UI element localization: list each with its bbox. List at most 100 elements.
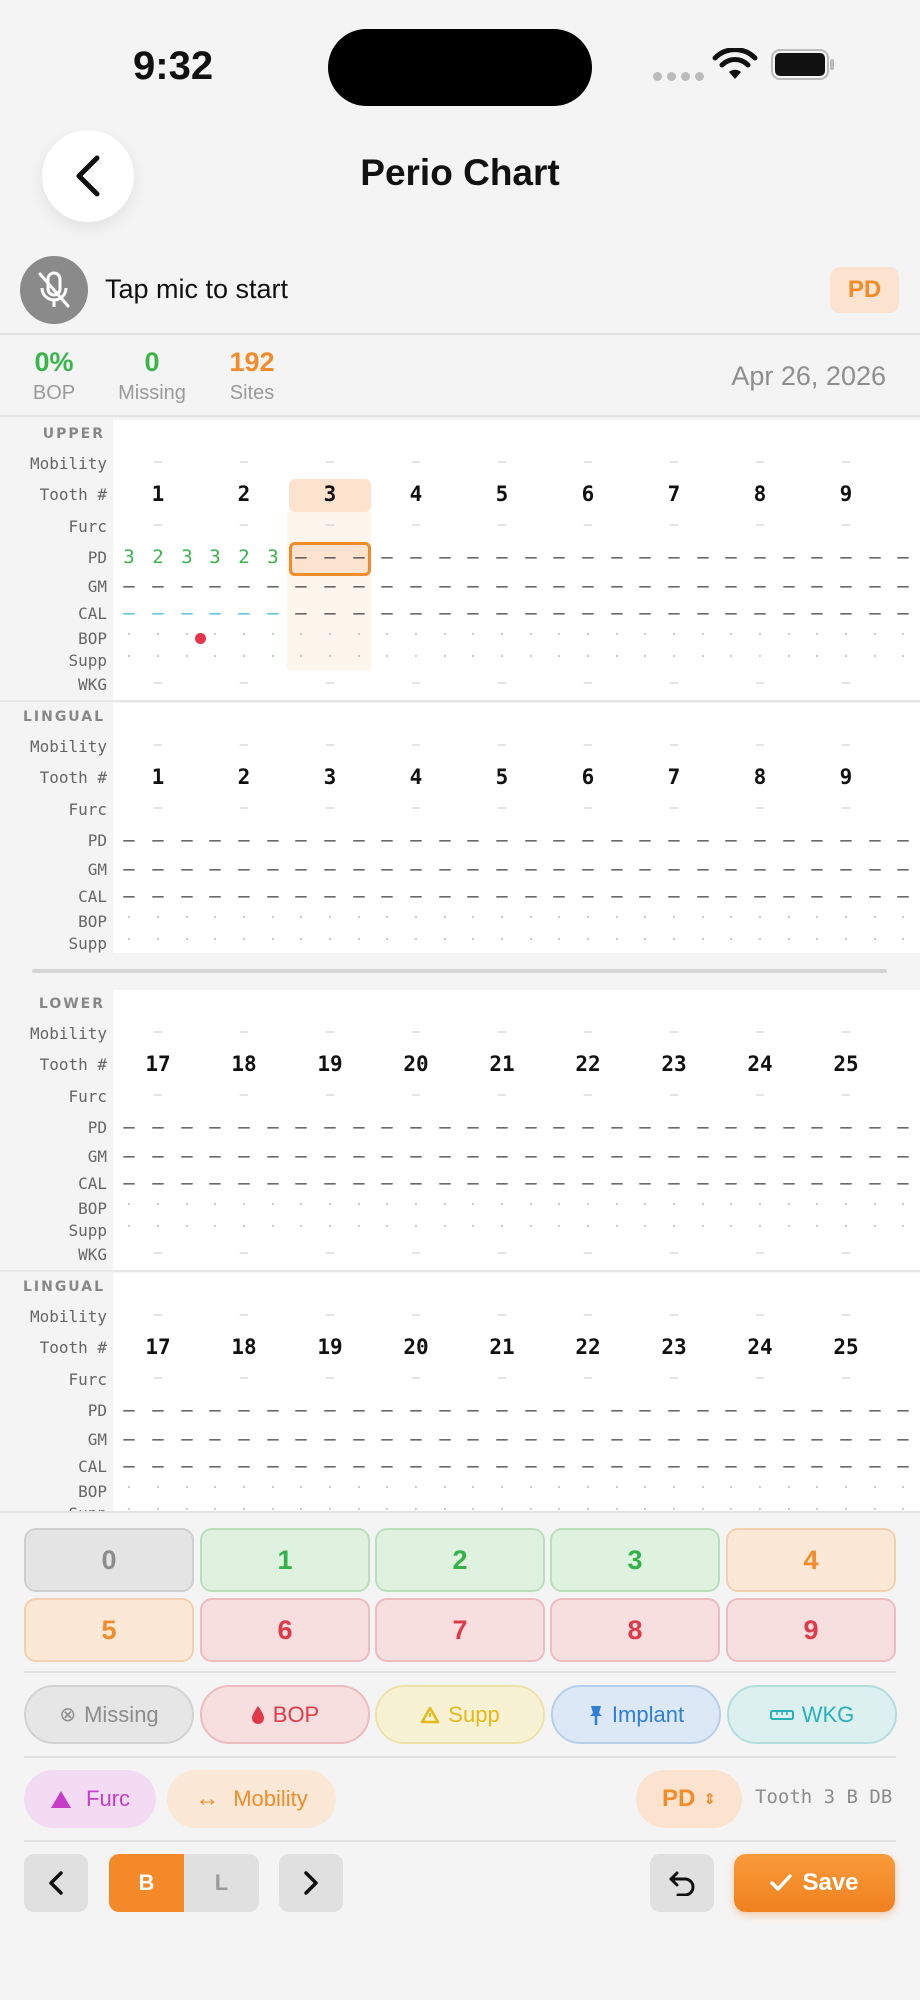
missing-button[interactable]: ⊗ Missing (24, 1685, 194, 1744)
furc-cell[interactable]: — (717, 1087, 803, 1103)
gm-site[interactable]: – (316, 575, 344, 597)
pd-site[interactable]: – (316, 1399, 344, 1421)
supp-site[interactable]: · (230, 1219, 258, 1235)
bop-site[interactable]: · (832, 1480, 860, 1496)
gm-site[interactable]: – (115, 858, 143, 880)
cal-site[interactable]: – (459, 1172, 487, 1194)
gm-site[interactable]: – (631, 858, 659, 880)
cal-site[interactable]: – (488, 602, 516, 624)
supp-site[interactable]: · (545, 932, 573, 948)
gm-site[interactable]: – (431, 575, 459, 597)
cal-site[interactable]: – (803, 1455, 831, 1477)
pd-site[interactable]: – (345, 546, 373, 568)
cal-site[interactable]: – (345, 1172, 373, 1194)
supp-site[interactable]: · (459, 932, 487, 948)
tooth-number[interactable]: 22 (545, 1052, 631, 1076)
gm-site[interactable]: – (373, 575, 401, 597)
supp-site[interactable]: · (517, 1219, 545, 1235)
wkg-cell[interactable]: — (803, 675, 889, 691)
supp-site[interactable]: · (201, 649, 229, 665)
cal-site[interactable]: – (373, 602, 401, 624)
cal-site[interactable]: – (402, 602, 430, 624)
mobility-cell[interactable]: — (201, 737, 287, 753)
cal-site[interactable]: – (775, 885, 803, 907)
bop-site[interactable]: · (431, 1197, 459, 1213)
bop-site[interactable]: · (689, 1197, 717, 1213)
wkg-cell[interactable]: — (373, 675, 459, 691)
bop-site[interactable]: · (775, 627, 803, 643)
supp-site[interactable]: · (259, 1219, 287, 1235)
gm-site[interactable]: – (173, 1428, 201, 1450)
furc-cell[interactable]: — (631, 1370, 717, 1386)
pd-site[interactable]: – (603, 1116, 631, 1138)
bop-site[interactable]: · (631, 1480, 659, 1496)
cal-site[interactable]: – (631, 1455, 659, 1477)
pd-site[interactable]: – (832, 829, 860, 851)
bop-site[interactable]: · (746, 1197, 774, 1213)
cal-site[interactable]: – (803, 885, 831, 907)
bop-site[interactable]: · (574, 910, 602, 926)
supp-site[interactable]: · (115, 932, 143, 948)
bop-site[interactable]: · (517, 910, 545, 926)
cal-site[interactable]: – (230, 602, 258, 624)
gm-site[interactable]: – (803, 858, 831, 880)
bop-site[interactable]: · (660, 1197, 688, 1213)
supp-site[interactable]: · (459, 649, 487, 665)
supp-site[interactable]: · (345, 1219, 373, 1235)
pd-site[interactable]: – (689, 546, 717, 568)
pd-site[interactable]: 3 (115, 546, 143, 568)
bop-site[interactable]: · (144, 1480, 172, 1496)
mobility-cell[interactable]: — (803, 454, 889, 470)
gm-site[interactable]: – (459, 1145, 487, 1167)
pd-site[interactable]: – (803, 829, 831, 851)
pd-site[interactable]: – (517, 1399, 545, 1421)
supp-site[interactable]: · (889, 1219, 917, 1235)
gm-site[interactable]: – (173, 1145, 201, 1167)
tooth-number[interactable]: 6 (545, 482, 631, 506)
supp-site[interactable]: · (746, 649, 774, 665)
next-button[interactable] (279, 1854, 343, 1912)
supp-site[interactable]: · (488, 932, 516, 948)
gm-site[interactable]: – (775, 1428, 803, 1450)
bop-site[interactable]: · (402, 1480, 430, 1496)
pd-site[interactable]: – (201, 829, 229, 851)
undo-button[interactable] (650, 1854, 714, 1912)
bop-site[interactable]: · (115, 627, 143, 643)
furc-cell[interactable]: — (115, 800, 201, 816)
supp-site[interactable]: · (431, 932, 459, 948)
pd-site[interactable]: 2 (230, 546, 258, 568)
bop-site[interactable]: · (717, 627, 745, 643)
bop-site[interactable]: · (832, 910, 860, 926)
gm-site[interactable]: – (259, 575, 287, 597)
gm-site[interactable]: – (775, 1145, 803, 1167)
bop-site[interactable]: · (631, 627, 659, 643)
gm-site[interactable]: – (144, 858, 172, 880)
furc-cell[interactable]: — (287, 800, 373, 816)
pd-site[interactable]: – (803, 1116, 831, 1138)
cal-site[interactable]: – (631, 602, 659, 624)
pd-site[interactable]: – (775, 546, 803, 568)
cal-site[interactable]: – (201, 1455, 229, 1477)
supp-site[interactable]: · (861, 1219, 889, 1235)
tooth-number[interactable]: 3 (287, 765, 373, 789)
pd-site[interactable]: – (115, 1399, 143, 1421)
gm-site[interactable]: – (431, 858, 459, 880)
cal-site[interactable]: – (115, 1172, 143, 1194)
cal-site[interactable]: – (459, 1455, 487, 1477)
bop-site[interactable]: · (345, 1480, 373, 1496)
key-9[interactable]: 9 (726, 1598, 896, 1662)
supp-site[interactable]: · (402, 649, 430, 665)
furc-cell[interactable]: — (717, 1370, 803, 1386)
furc-cell[interactable]: — (803, 800, 889, 816)
tooth-number[interactable]: 17 (115, 1052, 201, 1076)
bop-site[interactable]: · (861, 910, 889, 926)
cal-site[interactable]: – (345, 1455, 373, 1477)
surface-buccal[interactable]: B (109, 1854, 184, 1912)
supp-site[interactable]: · (717, 932, 745, 948)
pd-site[interactable]: – (201, 1116, 229, 1138)
mobility-cell[interactable]: — (373, 1307, 459, 1323)
gm-site[interactable]: – (603, 1428, 631, 1450)
bop-site[interactable]: · (861, 627, 889, 643)
cal-site[interactable]: – (545, 1455, 573, 1477)
gm-site[interactable]: – (746, 858, 774, 880)
